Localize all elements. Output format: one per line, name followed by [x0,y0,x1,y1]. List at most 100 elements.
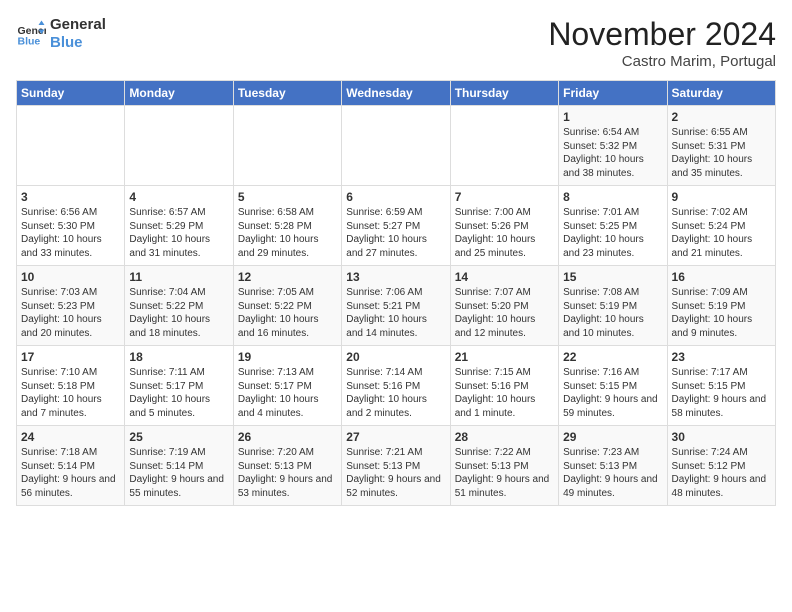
cell-text: Sunrise: 6:55 AM [672,126,771,140]
cell-text: Sunrise: 7:17 AM [672,366,771,380]
cell-text: Sunrise: 7:09 AM [672,286,771,300]
cell-text: Daylight: 9 hours and 55 minutes. [129,473,228,500]
header-wednesday: Wednesday [342,81,450,106]
cell-text: Sunrise: 7:22 AM [455,446,554,460]
cell-text: Sunset: 5:22 PM [238,300,337,314]
cell-text: Sunrise: 7:05 AM [238,286,337,300]
cell-text: Daylight: 10 hours and 16 minutes. [238,313,337,340]
header-saturday: Saturday [667,81,775,106]
cell-text: Daylight: 10 hours and 21 minutes. [672,233,771,260]
table-row [17,106,125,186]
cell-text: Daylight: 10 hours and 29 minutes. [238,233,337,260]
cell-text: Daylight: 10 hours and 25 minutes. [455,233,554,260]
day-number: 1 [563,110,662,124]
day-number: 16 [672,270,771,284]
cell-text: Sunset: 5:13 PM [455,460,554,474]
cell-text: Daylight: 9 hours and 48 minutes. [672,473,771,500]
cell-text: Daylight: 10 hours and 18 minutes. [129,313,228,340]
table-row: 29Sunrise: 7:23 AMSunset: 5:13 PMDayligh… [559,426,667,506]
day-number: 7 [455,190,554,204]
table-row: 2 Sunrise: 6:55 AMSunset: 5:31 PMDaylight… [667,106,775,186]
table-row: 23Sunrise: 7:17 AMSunset: 5:15 PMDayligh… [667,346,775,426]
cell-text: Sunrise: 7:00 AM [455,206,554,220]
day-number: 13 [346,270,445,284]
calendar-table: Sunday Monday Tuesday Wednesday Thursday… [16,80,776,506]
table-row [125,106,233,186]
cell-text: Sunset: 5:30 PM [21,220,120,234]
cell-text: Sunset: 5:32 PM [563,140,662,154]
day-number: 27 [346,430,445,444]
day-number: 26 [238,430,337,444]
cell-text: Sunrise: 7:04 AM [129,286,228,300]
month-title: November 2024 [548,16,776,53]
logo: General Blue General Blue [16,16,106,52]
cell-text: Sunset: 5:21 PM [346,300,445,314]
cell-text: Daylight: 9 hours and 58 minutes. [672,393,771,420]
day-number: 12 [238,270,337,284]
table-row: 27Sunrise: 7:21 AMSunset: 5:13 PMDayligh… [342,426,450,506]
day-number: 29 [563,430,662,444]
table-row: 30 Sunrise: 7:24 AMSunset: 5:12 PMDayligh… [667,426,775,506]
header-monday: Monday [125,81,233,106]
day-number: 10 [21,270,120,284]
logo-icon: General Blue [16,19,46,49]
cell-text: Daylight: 10 hours and 7 minutes. [21,393,120,420]
cell-text: Sunrise: 7:24 AM [672,446,771,460]
cell-text: Sunset: 5:29 PM [129,220,228,234]
cell-text: Daylight: 10 hours and 35 minutes. [672,153,771,180]
cell-text: Daylight: 9 hours and 56 minutes. [21,473,120,500]
cell-text: Sunrise: 6:59 AM [346,206,445,220]
cell-text: Sunset: 5:19 PM [563,300,662,314]
cell-text: Sunset: 5:15 PM [672,380,771,394]
cell-text: Sunset: 5:16 PM [346,380,445,394]
table-row [233,106,341,186]
day-number: 17 [21,350,120,364]
cell-text: Sunrise: 6:54 AM [563,126,662,140]
header-tuesday: Tuesday [233,81,341,106]
table-row: 9Sunrise: 7:02 AMSunset: 5:24 PMDaylight… [667,186,775,266]
table-row: 14Sunrise: 7:07 AMSunset: 5:20 PMDayligh… [450,266,558,346]
table-row: 1Sunrise: 6:54 AMSunset: 5:32 PMDaylight… [559,106,667,186]
cell-text: Sunrise: 7:23 AM [563,446,662,460]
cell-text: Daylight: 9 hours and 53 minutes. [238,473,337,500]
day-number: 2 [672,110,771,124]
table-row: 25Sunrise: 7:19 AMSunset: 5:14 PMDayligh… [125,426,233,506]
table-row: 20Sunrise: 7:14 AMSunset: 5:16 PMDayligh… [342,346,450,426]
table-row: 6Sunrise: 6:59 AMSunset: 5:27 PMDaylight… [342,186,450,266]
table-row [342,106,450,186]
cell-text: Sunrise: 7:15 AM [455,366,554,380]
day-number: 30 [672,430,771,444]
cell-text: Sunset: 5:19 PM [672,300,771,314]
day-number: 18 [129,350,228,364]
table-row [450,106,558,186]
table-row: 18Sunrise: 7:11 AMSunset: 5:17 PMDayligh… [125,346,233,426]
table-row: 17Sunrise: 7:10 AMSunset: 5:18 PMDayligh… [17,346,125,426]
cell-text: Daylight: 10 hours and 27 minutes. [346,233,445,260]
table-row: 7Sunrise: 7:00 AMSunset: 5:26 PMDaylight… [450,186,558,266]
cell-text: Sunrise: 7:07 AM [455,286,554,300]
day-number: 24 [21,430,120,444]
cell-text: Sunset: 5:13 PM [563,460,662,474]
cell-text: Sunrise: 7:06 AM [346,286,445,300]
cell-text: Sunset: 5:14 PM [129,460,228,474]
cell-text: Sunset: 5:31 PM [672,140,771,154]
page-header: General Blue General Blue November 2024 … [16,16,776,70]
cell-text: Daylight: 10 hours and 23 minutes. [563,233,662,260]
table-row: 11Sunrise: 7:04 AMSunset: 5:22 PMDayligh… [125,266,233,346]
day-number: 11 [129,270,228,284]
cell-text: Sunset: 5:25 PM [563,220,662,234]
cell-text: Sunset: 5:12 PM [672,460,771,474]
day-number: 25 [129,430,228,444]
table-row: 8Sunrise: 7:01 AMSunset: 5:25 PMDaylight… [559,186,667,266]
day-number: 21 [455,350,554,364]
cell-text: Sunrise: 7:10 AM [21,366,120,380]
table-row: 13Sunrise: 7:06 AMSunset: 5:21 PMDayligh… [342,266,450,346]
title-block: November 2024 Castro Marim, Portugal [548,16,776,70]
header-friday: Friday [559,81,667,106]
day-number: 19 [238,350,337,364]
cell-text: Daylight: 10 hours and 33 minutes. [21,233,120,260]
cell-text: Sunset: 5:14 PM [21,460,120,474]
cell-text: Sunrise: 7:16 AM [563,366,662,380]
cell-text: Daylight: 9 hours and 52 minutes. [346,473,445,500]
table-row: 3Sunrise: 6:56 AMSunset: 5:30 PMDaylight… [17,186,125,266]
